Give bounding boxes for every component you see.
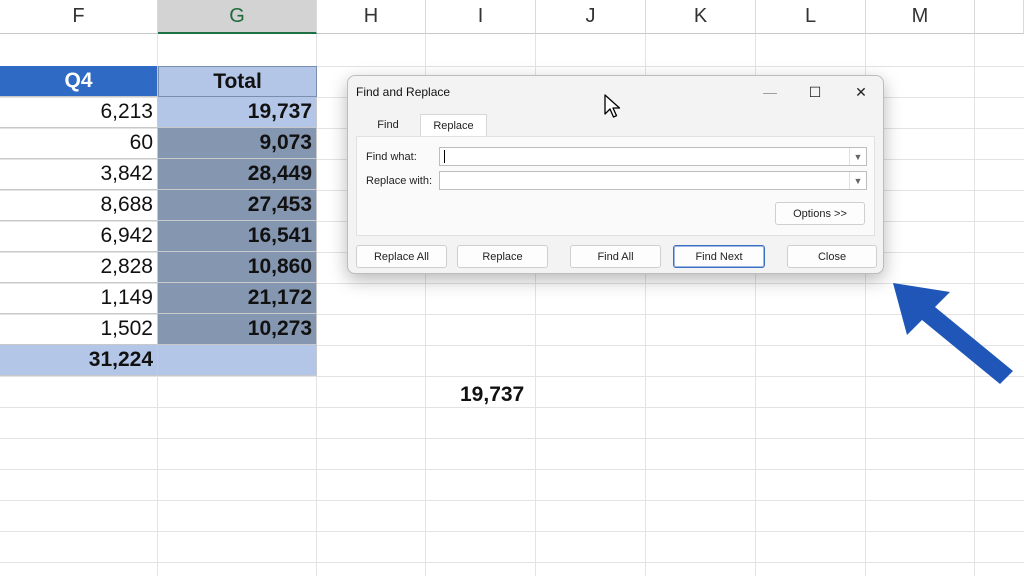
cell-f-header[interactable]: Q4 bbox=[0, 66, 158, 97]
replace-button[interactable]: Replace bbox=[457, 245, 548, 268]
column-header-g[interactable]: G bbox=[158, 0, 317, 34]
table-row-q4[interactable]: 6,942 bbox=[0, 221, 158, 252]
mouse-cursor-icon bbox=[604, 94, 621, 118]
column-header-h[interactable]: H bbox=[317, 0, 426, 34]
table-row-total[interactable]: 16,541 bbox=[158, 221, 317, 252]
cell-i-value[interactable]: 19,737 bbox=[460, 383, 524, 407]
table-row-q4[interactable]: 1,149 bbox=[0, 283, 158, 314]
tab-find[interactable]: Find bbox=[366, 114, 410, 136]
replace-with-input[interactable]: ▼ bbox=[439, 171, 867, 190]
table-row-total[interactable]: 19,737 bbox=[158, 97, 317, 128]
table-row-q4[interactable]: 8,688 bbox=[0, 190, 158, 221]
table-row-total[interactable]: 10,860 bbox=[158, 252, 317, 283]
replace-with-label: Replace with: bbox=[366, 175, 433, 187]
cell-g-sum[interactable] bbox=[158, 345, 317, 376]
table-row-total[interactable]: 21,172 bbox=[158, 283, 317, 314]
close-button[interactable]: Close bbox=[787, 245, 877, 268]
column-header-j[interactable]: J bbox=[536, 0, 646, 34]
minimize-icon[interactable]: — bbox=[754, 82, 786, 102]
find-all-button[interactable]: Find All bbox=[570, 245, 661, 268]
tab-replace[interactable]: Replace bbox=[420, 114, 487, 137]
replace-all-button[interactable]: Replace All bbox=[356, 245, 447, 268]
column-header-l[interactable]: L bbox=[756, 0, 866, 34]
table-row-total[interactable]: 28,449 bbox=[158, 159, 317, 190]
table-row-q4[interactable]: 6,213 bbox=[0, 97, 158, 128]
table-row-total[interactable]: 10,273 bbox=[158, 314, 317, 345]
chevron-down-icon[interactable]: ▼ bbox=[849, 148, 866, 165]
chevron-down-icon[interactable]: ▼ bbox=[849, 172, 866, 189]
find-what-input[interactable]: ▼ bbox=[439, 147, 867, 166]
column-header-i[interactable]: I bbox=[426, 0, 536, 34]
close-icon[interactable]: ✕ bbox=[845, 82, 877, 102]
maximize-icon[interactable]: ☐ bbox=[799, 82, 831, 102]
dialog-title: Find and Replace bbox=[356, 85, 451, 99]
table-row-total[interactable]: 27,453 bbox=[158, 190, 317, 221]
table-row-q4[interactable]: 1,502 bbox=[0, 314, 158, 345]
table-row-q4[interactable]: 3,842 bbox=[0, 159, 158, 190]
options-button[interactable]: Options >> bbox=[775, 202, 865, 225]
replace-panel: Find what: ▼ Replace with: ▼ Options >> bbox=[356, 136, 875, 236]
find-what-label: Find what: bbox=[366, 151, 417, 163]
table-row-q4[interactable]: 2,828 bbox=[0, 252, 158, 283]
table-row-q4[interactable]: 60 bbox=[0, 128, 158, 159]
find-next-button[interactable]: Find Next bbox=[673, 245, 765, 268]
cell-g-header[interactable]: Total bbox=[158, 66, 317, 97]
table-row-total[interactable]: 9,073 bbox=[158, 128, 317, 159]
column-header-n[interactable] bbox=[975, 0, 1024, 34]
text-caret bbox=[444, 150, 445, 163]
column-header-f[interactable]: F bbox=[0, 0, 158, 34]
annotation-arrow-icon bbox=[893, 283, 1013, 384]
column-header-k[interactable]: K bbox=[646, 0, 756, 34]
cell-f-sum[interactable]: 31,224 bbox=[0, 345, 158, 376]
column-header-m[interactable]: M bbox=[866, 0, 975, 34]
